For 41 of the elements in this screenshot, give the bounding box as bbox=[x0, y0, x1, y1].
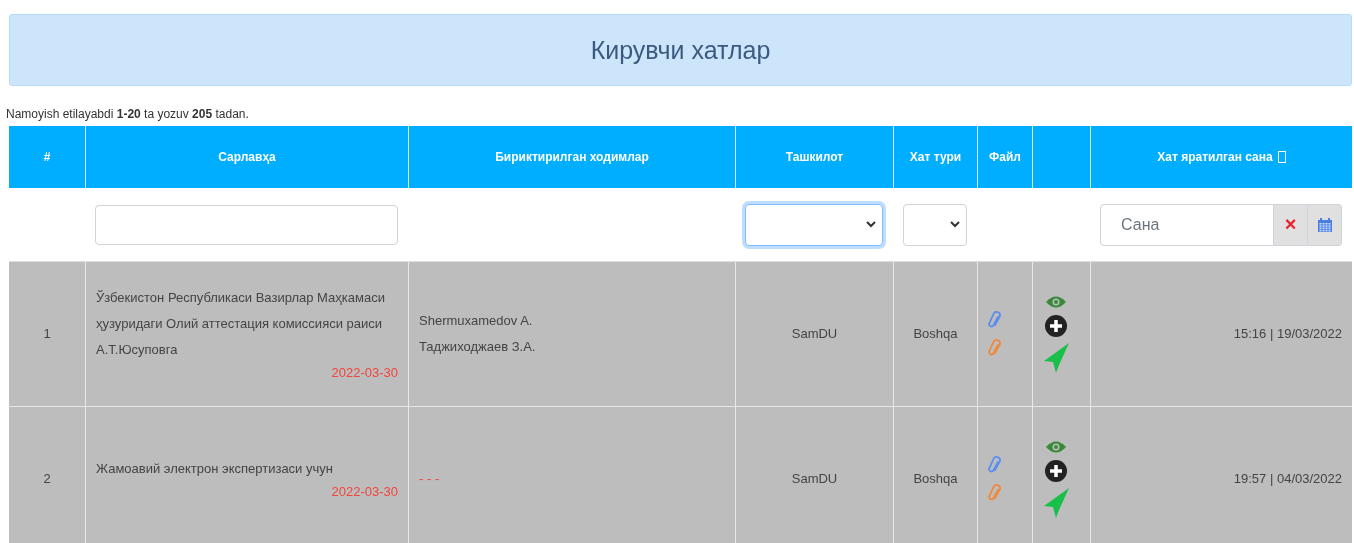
letter-title: Ўзбекистон Республикаси Вазирлар Маҳкамаси ҳузуридаги Олий аттестация комиссияси раиси А.Т.Юсуповга bbox=[96, 289, 386, 359]
column-header[interactable]: Хат яратилган сана bbox=[1090, 126, 1352, 188]
due-date: 2022-03-30 bbox=[331, 364, 398, 382]
title-filter-field[interactable] bbox=[95, 204, 398, 245]
column-header: Файл bbox=[977, 126, 1032, 188]
caret-icon bbox=[866, 221, 876, 228]
staff-name: - - - bbox=[419, 470, 440, 488]
organization-select[interactable] bbox=[745, 203, 883, 246]
staff-name: Shermuxamedov A. bbox=[419, 312, 533, 330]
letter-title: Жамоавий электрон экспертизаси учун bbox=[96, 460, 334, 478]
send-icon[interactable] bbox=[1043, 343, 1069, 373]
caret-icon bbox=[950, 221, 960, 228]
page-title: Кирувчи хатлар bbox=[590, 35, 771, 65]
column-header: Сарлавҳа bbox=[85, 126, 408, 188]
letter-type: Boshqa bbox=[913, 325, 958, 343]
type-select[interactable] bbox=[903, 203, 967, 246]
results-summary: Namoyish etilayabdi 1-20 ta yozuv 205 tadan. bbox=[6, 107, 250, 121]
date-field[interactable]: Сана bbox=[1100, 203, 1274, 246]
letter-type: Boshqa bbox=[913, 470, 958, 488]
row-number: 1 bbox=[43, 325, 51, 343]
created-date: 15:16 | 19/03/2022 bbox=[1233, 325, 1342, 343]
staff-name: Таджиходжаев З.А. bbox=[419, 338, 536, 356]
sort-icon[interactable] bbox=[1277, 151, 1286, 163]
add-icon[interactable] bbox=[1045, 460, 1067, 482]
calendar-button[interactable] bbox=[1308, 203, 1342, 246]
organization: SamDU bbox=[791, 325, 838, 343]
organization: SamDU bbox=[791, 470, 838, 488]
column-header: Бириктирилган ходимлар bbox=[408, 126, 735, 188]
send-icon[interactable] bbox=[1043, 488, 1069, 518]
add-icon[interactable] bbox=[1045, 315, 1067, 337]
created-date: 19:57 | 04/03/2022 bbox=[1233, 470, 1342, 488]
clear-button[interactable]: × bbox=[1274, 203, 1308, 246]
column-header: # bbox=[9, 126, 85, 188]
due-date: 2022-03-30 bbox=[331, 483, 398, 501]
column-header: Ташкилот bbox=[735, 126, 893, 188]
column-header bbox=[1032, 126, 1090, 188]
row-number: 2 bbox=[43, 470, 51, 488]
eye-icon[interactable] bbox=[1045, 295, 1067, 309]
column-header: Хат тури bbox=[893, 126, 977, 188]
eye-icon[interactable] bbox=[1045, 440, 1067, 454]
calendar-icon bbox=[1316, 216, 1333, 233]
